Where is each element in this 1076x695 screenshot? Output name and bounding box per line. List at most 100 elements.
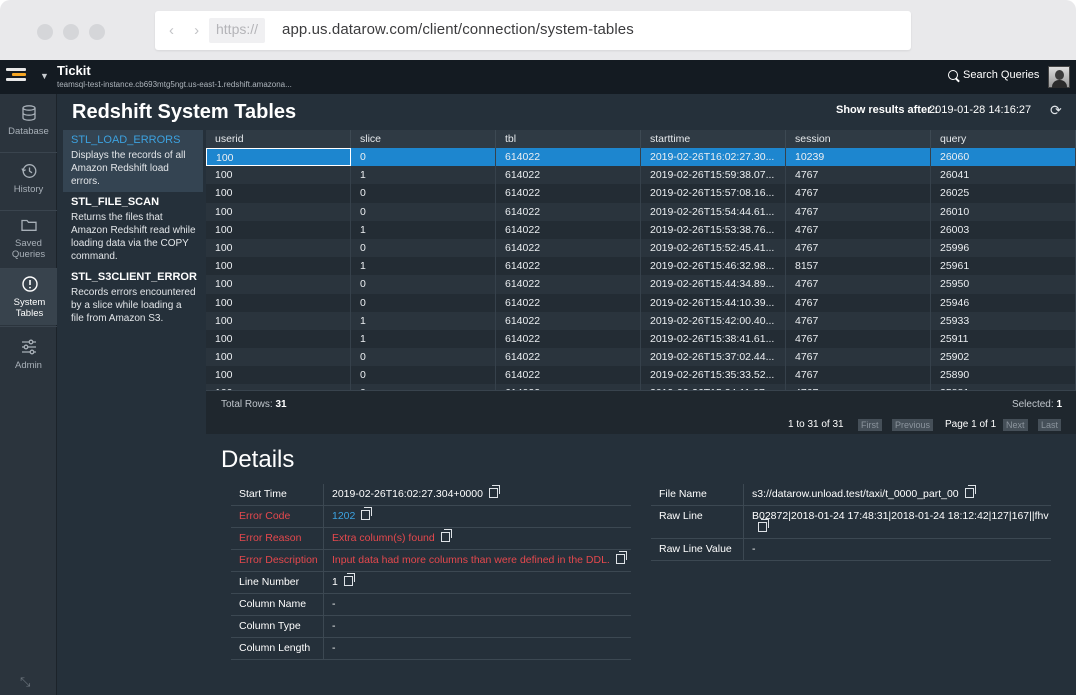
copy-icon[interactable] (964, 485, 976, 498)
table-cell[interactable]: 100 (206, 184, 351, 203)
column-header[interactable]: session (786, 130, 931, 148)
table-cell[interactable]: 0 (351, 275, 496, 294)
column-header[interactable]: slice (351, 130, 496, 148)
sidebar-item-database[interactable]: Database (0, 104, 57, 152)
table-row[interactable]: 100 1 614022 2019-02-26T15:42:00.40... 4767 2… (206, 311, 1076, 330)
table-cell[interactable]: 8157 (786, 257, 931, 276)
table-cell[interactable]: 614022 (496, 348, 641, 367)
table-cell[interactable]: 2019-02-26T15:59:38.07... (641, 166, 786, 185)
next-page-button[interactable]: Next (1003, 419, 1028, 431)
list-item-stl-load-errors[interactable]: STL_LOAD_ERRORS Displays the records of … (63, 130, 203, 192)
table-cell[interactable]: 0 (351, 238, 496, 258)
table-row[interactable]: 100 1 614022 2019-02-26T15:53:38.76... 4767 2… (206, 220, 1076, 239)
table-cell[interactable]: 4767 (786, 329, 931, 349)
table-cell[interactable]: 4767 (786, 293, 931, 312)
table-cell[interactable]: 4767 (786, 184, 931, 203)
table-cell[interactable]: 100 (206, 366, 351, 385)
table-cell[interactable]: 4767 (786, 238, 931, 258)
expand-icon[interactable]: ⤡ (20, 674, 30, 690)
copy-icon[interactable] (758, 519, 769, 532)
table-row[interactable]: 100 1 614022 2019-02-26T15:59:38.07... 4767 2… (206, 166, 1076, 185)
table-cell[interactable]: 1 (351, 257, 496, 276)
table-cell[interactable]: 2019-02-26T15:42:00.40... (641, 311, 786, 330)
table-row[interactable]: 100 1 614022 2019-02-26T15:46:32.98... 8157 2… (206, 257, 1076, 276)
list-item-stl-file-scan[interactable]: STL_FILE_SCAN Returns the files that Ama… (63, 192, 203, 267)
table-cell[interactable]: 614022 (496, 220, 641, 239)
address-bar[interactable]: ‹ › https:// app.us.datarow.com/client/c… (155, 11, 911, 50)
last-page-button[interactable]: Last (1038, 419, 1062, 431)
table-cell[interactable]: 2019-02-26T15:35:33.52... (641, 366, 786, 385)
search-queries-button[interactable]: Search Queries (948, 69, 1039, 81)
table-cell[interactable]: 0 (351, 348, 496, 367)
table-cell[interactable]: 614022 (496, 257, 641, 276)
table-cell[interactable]: 2019-02-26T15:54:44.61... (641, 202, 786, 221)
copy-icon[interactable] (615, 551, 627, 564)
minimize-dot[interactable] (63, 24, 79, 40)
table-cell[interactable]: 1 (351, 220, 496, 239)
table-cell[interactable]: 100 (206, 293, 351, 312)
table-cell[interactable]: 25933 (931, 311, 1076, 330)
column-header[interactable]: starttime (641, 130, 786, 148)
copy-icon[interactable] (361, 507, 373, 520)
table-cell[interactable]: 2019-02-26T15:53:38.76... (641, 220, 786, 239)
table-cell[interactable]: 614022 (496, 184, 641, 203)
detail-value-text[interactable]: 1202 (332, 510, 355, 522)
copy-icon[interactable] (440, 529, 452, 542)
sidebar-item-history[interactable]: History (0, 162, 57, 210)
table-cell[interactable]: 25890 (931, 366, 1076, 385)
table-cell[interactable]: 0 (351, 148, 496, 167)
table-row[interactable]: 100 0 614022 2019-02-26T15:44:10.39... 4767 2… (206, 293, 1076, 312)
table-cell[interactable]: 0 (351, 293, 496, 312)
close-dot[interactable] (37, 24, 53, 40)
table-cell[interactable]: 0 (351, 202, 496, 221)
table-row[interactable]: 100 0 614022 2019-02-26T16:02:27.30... 10239… (206, 148, 1076, 167)
table-cell[interactable]: 614022 (496, 238, 641, 258)
table-cell[interactable]: 2019-02-26T16:02:27.30... (641, 148, 786, 167)
table-cell[interactable]: 4767 (786, 311, 931, 330)
table-row[interactable]: 100 0 614022 2019-02-26T15:52:45.41... 4767 2… (206, 238, 1076, 258)
table-cell[interactable]: 4767 (786, 275, 931, 294)
table-cell[interactable]: 4767 (786, 220, 931, 239)
table-cell[interactable]: 4767 (786, 166, 931, 185)
table-cell[interactable]: 1 (351, 311, 496, 330)
avatar[interactable] (1048, 66, 1070, 88)
table-cell[interactable]: 4767 (786, 202, 931, 221)
table-cell[interactable]: 2019-02-26T15:52:45.41... (641, 238, 786, 258)
table-cell[interactable]: 26025 (931, 184, 1076, 203)
table-cell[interactable]: 2019-02-26T15:46:32.98... (641, 257, 786, 276)
maximize-dot[interactable] (89, 24, 105, 40)
table-cell[interactable]: 100 (206, 257, 351, 276)
table-cell[interactable]: 100 (206, 311, 351, 330)
table-cell[interactable]: 614022 (496, 148, 641, 167)
table-cell[interactable]: 614022 (496, 275, 641, 294)
table-cell[interactable]: 26010 (931, 202, 1076, 221)
table-cell[interactable]: 2019-02-26T15:38:41.61... (641, 329, 786, 349)
url-text[interactable]: app.us.datarow.com/client/connection/sys… (282, 21, 634, 38)
table-cell[interactable]: 100 (206, 166, 351, 185)
table-row[interactable]: 100 0 614022 2019-02-26T15:35:33.52... 4767 2… (206, 366, 1076, 385)
back-forward-icon[interactable]: ‹ › (169, 22, 207, 39)
column-header[interactable]: query (931, 130, 1076, 148)
sidebar-item-system-tables[interactable]: System Tables (0, 269, 57, 325)
table-cell[interactable]: 26060 (931, 148, 1076, 167)
table-cell[interactable]: 0 (351, 366, 496, 385)
sidebar-item-admin[interactable]: Admin (0, 338, 57, 386)
sidebar-item-saved-queries[interactable]: Saved Queries (0, 216, 57, 268)
copy-icon[interactable] (488, 485, 500, 498)
table-cell[interactable]: 25902 (931, 348, 1076, 367)
table-cell[interactable]: 26003 (931, 220, 1076, 239)
table-cell[interactable]: 100 (206, 348, 351, 367)
table-row[interactable]: 100 1 614022 2019-02-26T15:38:41.61... 4767 2… (206, 329, 1076, 349)
first-page-button[interactable]: First (858, 419, 882, 431)
table-cell[interactable]: 614022 (496, 329, 641, 349)
table-cell[interactable]: 25911 (931, 329, 1076, 349)
table-cell[interactable]: 100 (206, 220, 351, 239)
table-cell[interactable]: 2019-02-26T15:44:34.89... (641, 275, 786, 294)
table-cell[interactable]: 100 (206, 238, 351, 258)
table-cell[interactable]: 100 (206, 275, 351, 294)
chevron-down-icon[interactable]: ▼ (40, 71, 49, 81)
column-header[interactable]: tbl (496, 130, 641, 148)
table-cell[interactable]: 26041 (931, 166, 1076, 185)
table-cell[interactable]: 4767 (786, 366, 931, 385)
table-cell[interactable]: 100 (206, 148, 351, 167)
